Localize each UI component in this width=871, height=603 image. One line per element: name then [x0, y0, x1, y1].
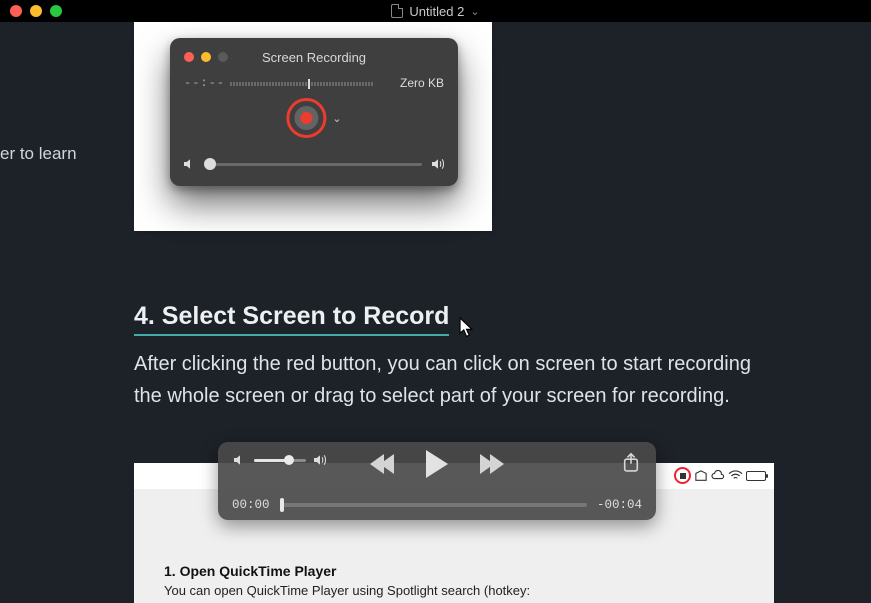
window-title-text: Untitled 2 — [409, 4, 464, 19]
window-titlebar: Untitled 2 ⌄ — [0, 0, 871, 22]
panel-title: Screen Recording — [170, 50, 458, 65]
record-options-chevron-icon[interactable]: ⌄ — [332, 112, 341, 125]
record-highlight-ring — [286, 98, 326, 138]
wifi-icon — [728, 470, 743, 481]
screen-recording-panel: Screen Recording --:-- Zero KB ⌄ — [170, 38, 458, 186]
record-icon — [300, 112, 312, 124]
play-button[interactable] — [426, 450, 448, 478]
file-size: Zero KB — [400, 76, 444, 90]
scrubber[interactable] — [280, 503, 587, 507]
volume-control — [232, 452, 328, 468]
fast-forward-button[interactable] — [480, 454, 500, 474]
document-content: er to learn Screen Recording --:-- Zero … — [0, 22, 871, 579]
rewind-button[interactable] — [374, 454, 394, 474]
volume-row — [182, 156, 446, 172]
cursor-icon — [459, 317, 474, 336]
window-title[interactable]: Untitled 2 ⌄ — [0, 4, 871, 19]
menubar-icon — [694, 470, 708, 482]
elapsed-time: --:-- — [184, 76, 225, 90]
current-time: 00:00 — [232, 498, 270, 512]
volume-slider[interactable] — [254, 459, 306, 462]
speaker-loud-icon — [430, 156, 446, 172]
cloud-icon — [711, 470, 725, 482]
remaining-time: -00:04 — [597, 498, 642, 512]
section-heading: 4. Select Screen to Record — [134, 302, 449, 336]
battery-icon — [746, 471, 766, 481]
volume-thumb[interactable] — [204, 158, 216, 170]
waveform — [230, 79, 380, 89]
speaker-mute-icon[interactable] — [232, 452, 248, 468]
document-icon — [391, 4, 403, 18]
chevron-down-icon: ⌄ — [470, 5, 479, 18]
volume-thumb[interactable] — [284, 455, 294, 465]
volume-slider[interactable] — [206, 163, 422, 166]
stop-recording-icon — [674, 467, 691, 484]
playhead[interactable] — [280, 498, 284, 512]
record-button-group: ⌄ — [286, 98, 341, 138]
transport-controls — [374, 450, 500, 478]
speaker-mute-icon — [182, 156, 198, 172]
figure-screen-recording: Screen Recording --:-- Zero KB ⌄ — [134, 22, 492, 231]
video-controller: 00:00 -00:04 — [218, 442, 656, 520]
menubar-icons — [674, 467, 766, 484]
partial-text-left: er to learn — [0, 142, 77, 166]
record-button[interactable] — [294, 106, 318, 130]
step-heading: 1. Open QuickTime Player — [164, 563, 336, 579]
time-row: 00:00 -00:04 — [232, 498, 642, 512]
section-paragraph: After clicking the red button, you can c… — [134, 348, 764, 413]
step-body: You can open QuickTime Player using Spot… — [164, 583, 530, 598]
share-button[interactable] — [622, 452, 640, 474]
speaker-loud-icon[interactable] — [312, 452, 328, 468]
